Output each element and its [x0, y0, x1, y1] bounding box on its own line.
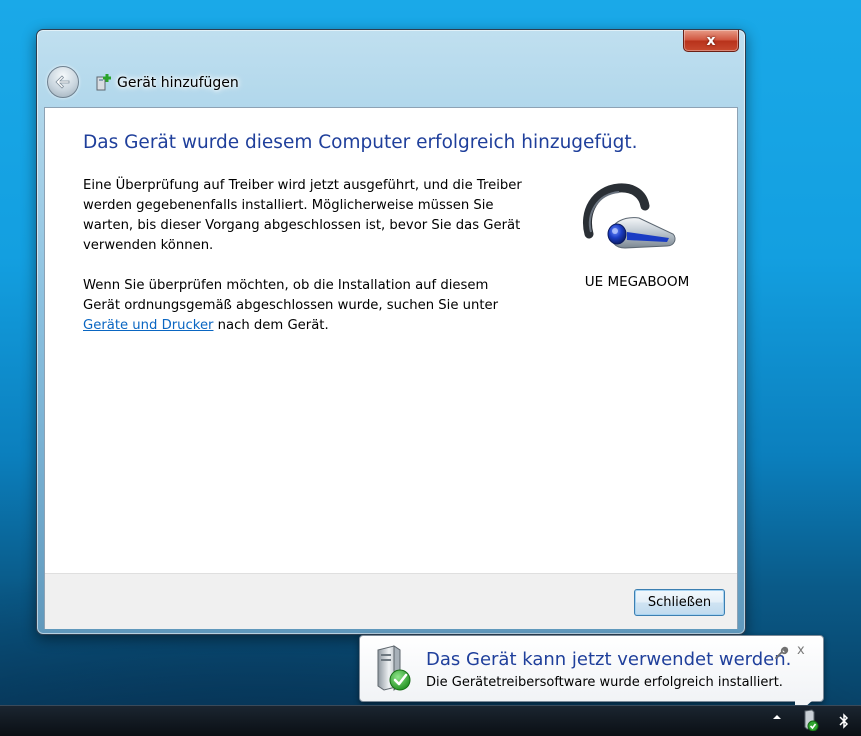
notification-text: Die Gerätetreibersoftware wurde erfolgre… — [426, 675, 783, 690]
close-button[interactable]: Schließen — [634, 589, 725, 616]
bluetooth-icon[interactable] — [838, 712, 850, 730]
dialog-footer: Schließen — [45, 573, 737, 629]
taskbar — [0, 705, 861, 736]
driver-check-text: Eine Überprüfung auf Treiber wird jetzt … — [83, 178, 522, 253]
verify-install-text: Wenn Sie überprüfen möchten, ob die Inst… — [83, 276, 523, 336]
bluetooth-headset-icon — [583, 183, 676, 249]
add-device-dialog: x Gerät hinzufügen Das Gerät wurde diese… — [36, 29, 746, 635]
notification-title: Das Gerät kann jetzt verwendet werden. — [426, 649, 792, 670]
window-title: Gerät hinzufügen — [117, 75, 239, 91]
verify-text-end: nach dem Gerät. — [213, 318, 329, 333]
device-name-label: UE MEGABOOM — [584, 274, 690, 290]
wrench-icon[interactable] — [773, 645, 789, 661]
page-heading: Das Gerät wurde diesem Computer erfolgre… — [83, 132, 638, 153]
back-button[interactable] — [47, 66, 79, 98]
show-hidden-icons-icon[interactable] — [771, 711, 783, 723]
back-arrow-icon — [55, 75, 70, 89]
window-close-button[interactable]: x — [683, 30, 739, 52]
close-icon: x — [706, 32, 716, 49]
dialog-content: Das Gerät wurde diesem Computer erfolgre… — [44, 107, 738, 629]
tray-device-icon[interactable] — [801, 709, 819, 731]
verify-text-start: Wenn Sie überprüfen möchten, ob die Inst… — [83, 278, 499, 313]
devices-and-printers-link[interactable]: Geräte und Drucker — [83, 318, 213, 333]
notification-balloon[interactable]: Das Gerät kann jetzt verwendet werden. D… — [359, 635, 824, 716]
notification-close-icon[interactable]: x — [797, 643, 805, 658]
device-ready-icon — [377, 645, 411, 691]
add-device-icon — [96, 74, 111, 91]
